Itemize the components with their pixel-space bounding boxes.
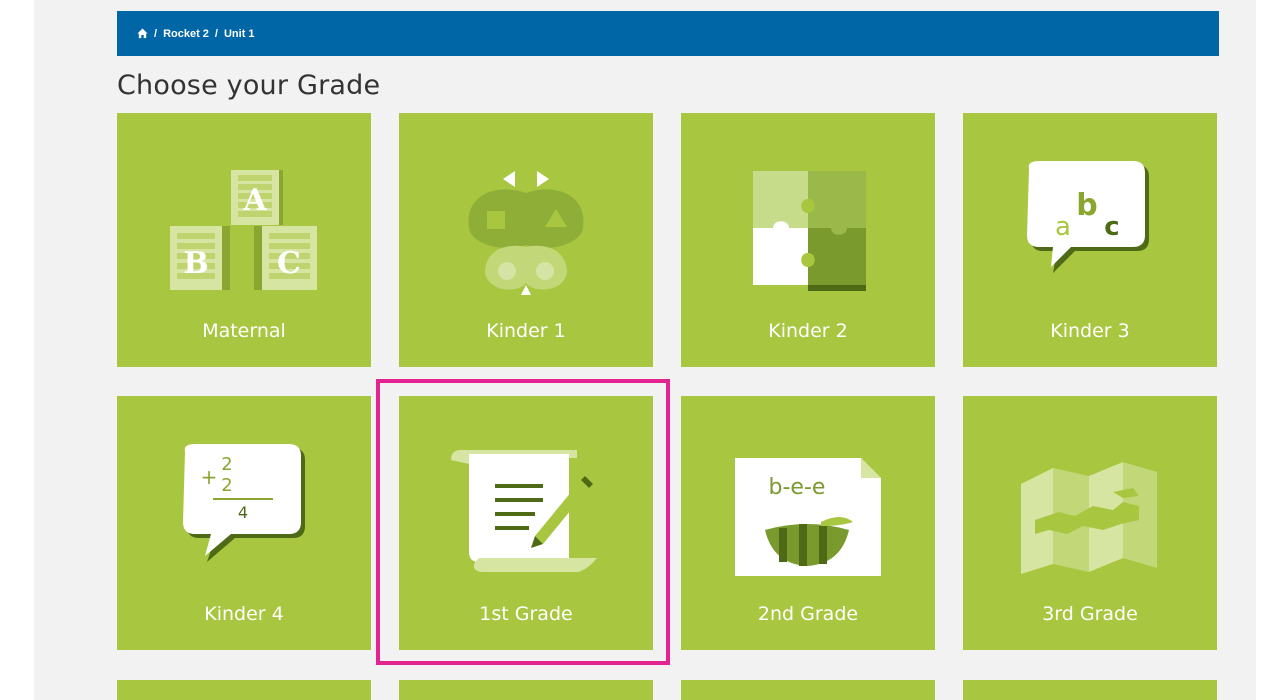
breadcrumb-separator: / (214, 27, 218, 40)
grade-tile-kinder-1[interactable]: Kinder 1 (399, 113, 653, 367)
grade-tile-maternal[interactable]: A B C Maternal (117, 113, 371, 367)
math-addend-1: 2 (221, 454, 232, 475)
breadcrumb-separator: / (154, 27, 158, 40)
grade-tile-2nd-grade[interactable]: b-e-e 2nd Grade (681, 396, 935, 650)
math-sum: 4 (238, 503, 248, 522)
grade-tile-3rd-grade[interactable]: 3rd Grade (963, 396, 1217, 650)
grade-label: Kinder 3 (1050, 320, 1130, 342)
grade-tile-kinder-2[interactable]: Kinder 2 (681, 113, 935, 367)
grade-tile-kinder-3[interactable]: a b c Kinder 3 (963, 113, 1217, 367)
folded-map-icon (1021, 462, 1157, 574)
block-letter-c: C (277, 246, 301, 281)
bee-spelling-icon: b-e-e (735, 458, 881, 576)
breadcrumb-item-unit[interactable]: Unit 1 (224, 28, 255, 40)
puzzle-icon (753, 171, 866, 291)
home-icon[interactable] (137, 28, 148, 39)
math-plus: + (201, 465, 218, 489)
scroll-pencil-icon (451, 450, 597, 572)
math-addend-2: 2 (221, 475, 232, 496)
grade-tile-row3-3[interactable] (681, 680, 935, 700)
block-letter-b: B (183, 246, 208, 281)
abc-blocks-icon: A B C (170, 170, 317, 290)
block-letter-a: A (242, 183, 267, 218)
grade-label: Maternal (202, 320, 286, 342)
grade-tile-kinder-4[interactable]: + 2 2 4 Kinder 4 (117, 396, 371, 650)
grade-label: Kinder 2 (768, 320, 848, 342)
grade-tile-1st-grade[interactable]: 1st Grade (399, 396, 653, 650)
grade-label: 2nd Grade (757, 603, 859, 625)
bee-word: b-e-e (769, 475, 826, 500)
grade-tile-row3-2[interactable] (399, 680, 653, 700)
grade-label: Kinder 1 (486, 320, 566, 342)
bubble-letter-c: c (1104, 212, 1119, 242)
math-speech-bubble-icon: + 2 2 4 (183, 444, 305, 562)
breadcrumb: / Rocket 2 / Unit 1 (117, 11, 1219, 56)
breadcrumb-item-rocket[interactable]: Rocket 2 (163, 28, 209, 40)
abc-speech-bubble-icon: a b c (1027, 161, 1149, 273)
grade-label: 3rd Grade (1042, 603, 1138, 625)
grade-label: Kinder 4 (204, 603, 284, 625)
grade-tile-row3-1[interactable] (117, 680, 371, 700)
bubble-letter-b: b (1076, 188, 1097, 223)
butterfly-shapes-icon (468, 171, 584, 295)
grade-label: 1st Grade (479, 603, 573, 625)
bubble-letter-a: a (1055, 212, 1071, 242)
grade-tile-row3-4[interactable] (963, 680, 1217, 700)
page-title: Choose your Grade (117, 70, 381, 101)
